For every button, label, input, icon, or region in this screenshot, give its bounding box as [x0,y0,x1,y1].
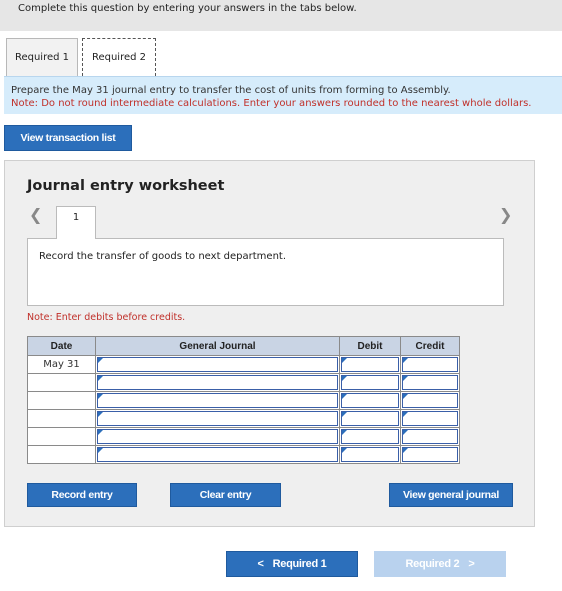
next-required-label: Required 2 [405,558,460,570]
debit-cell[interactable] [339,409,401,428]
journal-entry-worksheet: Journal entry worksheet ❮ 1 ❯ Record the… [4,160,535,527]
debit-input[interactable] [341,447,399,462]
question-note: Note: Do not round intermediate calculat… [11,98,532,109]
debit-cell[interactable] [339,445,401,464]
debit-input[interactable] [341,357,399,372]
debit-input[interactable] [341,429,399,444]
table-row [27,409,460,428]
question-prompt: Prepare the May 31 journal entry to tran… [11,85,451,96]
account-cell[interactable] [95,427,340,446]
tab-required-2[interactable]: Required 2 [82,38,156,76]
table-row [27,445,460,464]
credit-input[interactable] [402,411,458,426]
debit-cell[interactable] [339,427,401,446]
chevron-right-icon: > [468,558,475,570]
previous-required-button[interactable]: < Required 1 [226,551,358,577]
date-cell [27,427,96,446]
date-cell [27,391,96,410]
account-cell[interactable] [95,409,340,428]
account-cell[interactable] [95,445,340,464]
worksheet-title: Journal entry worksheet [27,178,225,194]
credit-input[interactable] [402,357,458,372]
debit-cell[interactable] [339,373,401,392]
debits-note: Note: Enter debits before credits. [27,312,186,323]
tab-required-1-label: Required 1 [14,52,70,63]
credit-column-header: Credit [400,336,460,356]
chevron-left-icon: < [257,558,264,570]
credit-cell[interactable] [400,409,460,428]
account-input[interactable] [97,411,338,426]
account-cell[interactable] [95,373,340,392]
account-input[interactable] [97,447,338,462]
date-cell [27,373,96,392]
date-cell [27,445,96,464]
debit-input[interactable] [341,375,399,390]
credit-input[interactable] [402,375,458,390]
debit-input[interactable] [341,393,399,408]
chevron-right-icon[interactable]: ❯ [499,205,512,224]
credit-cell[interactable] [400,373,460,392]
entry-tab-number: 1 [72,212,80,223]
credit-input[interactable] [402,393,458,408]
credit-input[interactable] [402,429,458,444]
table-row: May 31 [27,355,460,374]
journal-table: Date General Journal Debit Credit May 31 [27,336,460,464]
chevron-left-icon[interactable]: ❮ [29,205,42,224]
account-cell[interactable] [95,391,340,410]
table-row [27,391,460,410]
next-required-button: Required 2 > [374,551,506,577]
credit-cell[interactable] [400,427,460,446]
entry-tab-1[interactable]: 1 [56,206,96,239]
tab-required-2-label: Required 2 [91,52,147,63]
credit-input[interactable] [402,447,458,462]
table-row [27,373,460,392]
date-cell: May 31 [27,355,96,374]
table-row [27,427,460,446]
entry-description: Record the transfer of goods to next dep… [39,251,287,262]
account-input[interactable] [97,393,338,408]
debit-input[interactable] [341,411,399,426]
credit-cell[interactable] [400,391,460,410]
instructions-banner: Complete this question by entering your … [0,0,562,31]
general-journal-column-header: General Journal [95,336,340,356]
question-instructions: Prepare the May 31 journal entry to tran… [4,76,562,114]
account-input[interactable] [97,357,338,372]
credit-cell[interactable] [400,355,460,374]
debit-column-header: Debit [339,336,401,356]
debit-cell[interactable] [339,355,401,374]
account-input[interactable] [97,429,338,444]
view-general-journal-button[interactable]: View general journal [389,483,513,507]
journal-table-header: Date General Journal Debit Credit [27,336,460,356]
account-cell[interactable] [95,355,340,374]
entry-description-box: Record the transfer of goods to next dep… [27,238,504,306]
clear-entry-button[interactable]: Clear entry [170,483,281,507]
date-column-header: Date [27,336,96,356]
previous-required-label: Required 1 [272,558,327,570]
debit-cell[interactable] [339,391,401,410]
account-input[interactable] [97,375,338,390]
date-cell [27,409,96,428]
record-entry-button[interactable]: Record entry [27,483,137,507]
view-transaction-list-button[interactable]: View transaction list [4,125,132,151]
credit-cell[interactable] [400,445,460,464]
banner-text: Complete this question by entering your … [18,3,357,14]
tab-required-1[interactable]: Required 1 [6,38,78,76]
